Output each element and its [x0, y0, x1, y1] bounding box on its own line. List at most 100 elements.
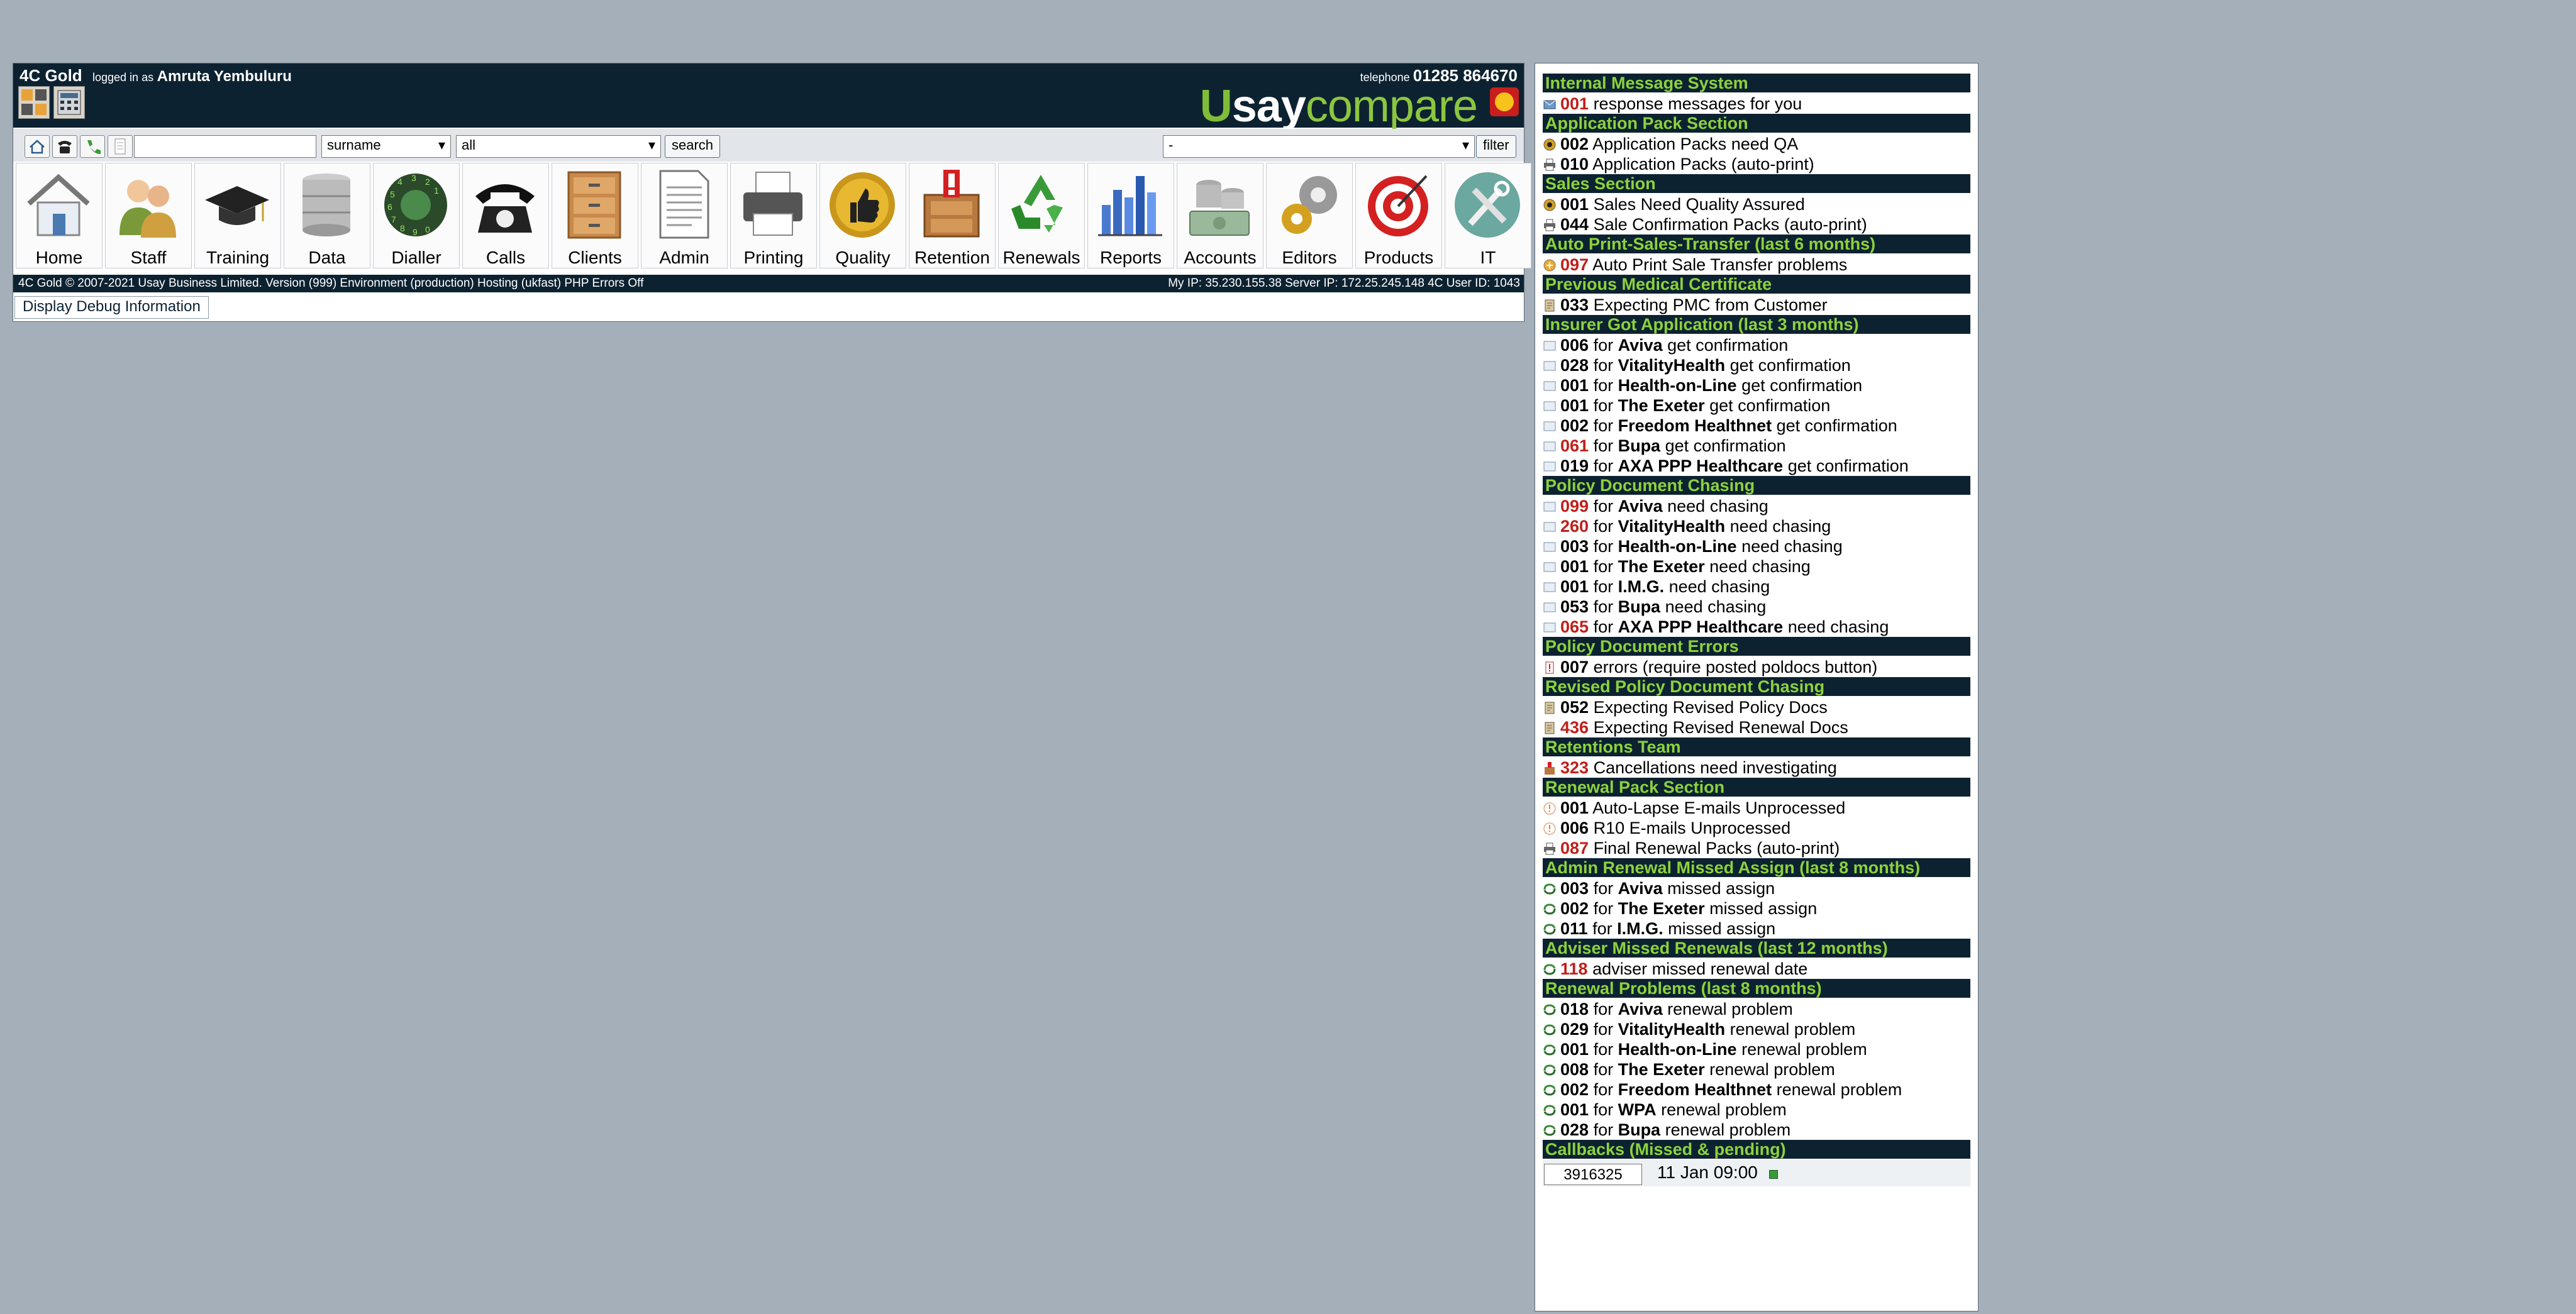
search-input[interactable]	[134, 135, 316, 158]
count-badge[interactable]: 002	[1560, 1080, 1589, 1099]
count-badge[interactable]: 087	[1560, 839, 1589, 858]
count-badge[interactable]: 001	[1560, 1040, 1589, 1059]
notification-row[interactable]: 001 for Health-on-Line get confirmation	[1543, 375, 1970, 395]
display-debug-button[interactable]: Display Debug Information	[14, 296, 209, 319]
module-home[interactable]: Home	[16, 163, 103, 268]
callback-id-field[interactable]: 3916325	[1544, 1164, 1642, 1185]
count-badge[interactable]: 052	[1560, 698, 1589, 717]
module-reports[interactable]: Reports	[1087, 163, 1174, 268]
module-calls[interactable]: Calls	[462, 163, 549, 268]
notification-row[interactable]: 053 for Bupa need chasing	[1543, 597, 1970, 617]
notification-row[interactable]: 007 errors (require posted poldocs butto…	[1543, 657, 1970, 677]
notification-row[interactable]: 003 for Health-on-Line need chasing	[1543, 536, 1970, 556]
module-editors[interactable]: Editors	[1266, 163, 1353, 268]
module-it[interactable]: IT	[1445, 163, 1531, 268]
phone-icon[interactable]	[52, 135, 77, 158]
notification-row[interactable]: 006 for Aviva get confirmation	[1543, 335, 1970, 355]
notification-row[interactable]: 097 Auto Print Sale Transfer problems	[1543, 255, 1970, 275]
count-badge[interactable]: 061	[1560, 436, 1589, 455]
module-staff[interactable]: Staff	[105, 163, 192, 268]
module-admin[interactable]: Admin	[641, 163, 728, 268]
count-badge[interactable]: 436	[1560, 718, 1589, 737]
notification-row[interactable]: 061 for Bupa get confirmation	[1543, 436, 1970, 456]
notification-row[interactable]: 029 for VitalityHealth renewal problem	[1543, 1019, 1970, 1039]
count-badge[interactable]: 001	[1560, 376, 1589, 395]
count-badge[interactable]: 001	[1560, 557, 1589, 576]
notification-row[interactable]: 002 for The Exeter missed assign	[1543, 898, 1970, 919]
notification-row[interactable]: 001 response messages for you	[1543, 94, 1970, 114]
count-badge[interactable]: 018	[1560, 1000, 1589, 1019]
notification-row[interactable]: 033 Expecting PMC from Customer	[1543, 295, 1970, 315]
count-badge[interactable]: 001	[1560, 195, 1589, 214]
module-clients[interactable]: Clients	[552, 163, 638, 268]
count-badge[interactable]: 007	[1560, 658, 1589, 676]
notification-row[interactable]: 010 Application Packs (auto-print)	[1543, 154, 1970, 174]
notification-row[interactable]: 087 Final Renewal Packs (auto-print)	[1543, 838, 1970, 858]
module-accounts[interactable]: Accounts	[1177, 163, 1263, 268]
notes-icon[interactable]	[108, 135, 133, 158]
filter-select[interactable]: -	[1163, 135, 1475, 158]
search-button[interactable]: search	[665, 135, 721, 158]
module-printing[interactable]: Printing	[730, 163, 817, 268]
notification-row[interactable]: 028 for Bupa renewal problem	[1543, 1120, 1970, 1140]
notification-row[interactable]: 052 Expecting Revised Policy Docs	[1543, 697, 1970, 717]
count-badge[interactable]: 028	[1560, 356, 1589, 375]
notification-row[interactable]: 003 for Aviva missed assign	[1543, 878, 1970, 898]
count-badge[interactable]: 008	[1560, 1060, 1589, 1079]
notification-row[interactable]: 260 for VitalityHealth need chasing	[1543, 516, 1970, 536]
notification-row[interactable]: 001 for Health-on-Line renewal problem	[1543, 1039, 1970, 1059]
count-badge[interactable]: 097	[1560, 255, 1589, 274]
count-badge[interactable]: 001	[1560, 396, 1589, 415]
callback-row[interactable]: 3916325 11 Jan 09:00	[1543, 1160, 1970, 1186]
count-badge[interactable]: 001	[1560, 577, 1589, 596]
count-badge[interactable]: 260	[1560, 517, 1589, 536]
count-badge[interactable]: 323	[1560, 758, 1589, 777]
search-field-select[interactable]: surname	[321, 135, 451, 158]
module-products[interactable]: Products	[1355, 163, 1442, 268]
module-training[interactable]: Training	[194, 163, 281, 268]
count-badge[interactable]: 053	[1560, 597, 1589, 616]
count-badge[interactable]: 033	[1560, 295, 1589, 314]
tools-grid-icon[interactable]	[18, 86, 50, 119]
module-dialler[interactable]: 321 45 6 7890 Dialler	[373, 163, 460, 268]
status-badge-icon[interactable]	[1490, 87, 1519, 116]
count-badge[interactable]: 028	[1560, 1120, 1589, 1139]
count-badge[interactable]: 010	[1560, 155, 1589, 174]
home-icon[interactable]	[25, 135, 50, 158]
module-quality[interactable]: Quality	[819, 163, 906, 268]
notification-row[interactable]: 008 for The Exeter renewal problem	[1543, 1059, 1970, 1079]
count-badge[interactable]: 118	[1560, 959, 1588, 978]
count-badge[interactable]: 099	[1560, 497, 1589, 516]
notification-row[interactable]: 001 for WPA renewal problem	[1543, 1100, 1970, 1120]
notification-row[interactable]: 001 for The Exeter need chasing	[1543, 556, 1970, 577]
notification-row[interactable]: 001 Auto-Lapse E-mails Unprocessed	[1543, 798, 1970, 818]
notification-row[interactable]: 001 Sales Need Quality Assured	[1543, 194, 1970, 214]
notification-row[interactable]: 044 Sale Confirmation Packs (auto-print)	[1543, 214, 1970, 235]
count-badge[interactable]: 065	[1560, 617, 1589, 636]
count-badge[interactable]: 011	[1560, 919, 1588, 938]
search-scope-select[interactable]: all	[456, 135, 661, 158]
notification-row[interactable]: 001 for I.M.G. need chasing	[1543, 577, 1970, 597]
module-renewals[interactable]: Renewals	[998, 163, 1085, 268]
notification-row[interactable]: 019 for AXA PPP Healthcare get confirmat…	[1543, 456, 1970, 476]
count-badge[interactable]: 044	[1560, 215, 1589, 234]
count-badge[interactable]: 006	[1560, 819, 1589, 837]
notification-row[interactable]: 028 for VitalityHealth get confirmation	[1543, 355, 1970, 375]
notification-row[interactable]: 436 Expecting Revised Renewal Docs	[1543, 717, 1970, 737]
phone-green-icon[interactable]	[80, 135, 105, 158]
count-badge[interactable]: 003	[1560, 537, 1589, 556]
notification-row[interactable]: 065 for AXA PPP Healthcare need chasing	[1543, 617, 1970, 637]
notification-row[interactable]: 323 Cancellations need investigating	[1543, 758, 1970, 778]
module-data[interactable]: Data	[284, 163, 370, 268]
calculator-icon[interactable]	[53, 86, 85, 119]
notification-row[interactable]: 118 adviser missed renewal date	[1543, 959, 1970, 979]
notification-row[interactable]: 018 for Aviva renewal problem	[1543, 999, 1970, 1019]
notification-row[interactable]: 001 for The Exeter get confirmation	[1543, 395, 1970, 416]
filter-button[interactable]: filter	[1476, 135, 1516, 158]
notification-row[interactable]: 002 for Freedom Healthnet renewal proble…	[1543, 1079, 1970, 1100]
count-badge[interactable]: 003	[1560, 879, 1589, 898]
module-retention[interactable]: Retention	[909, 163, 996, 268]
notification-row[interactable]: 002 for Freedom Healthnet get confirmati…	[1543, 416, 1970, 436]
count-badge[interactable]: 001	[1560, 94, 1589, 113]
count-badge[interactable]: 002	[1560, 416, 1589, 435]
